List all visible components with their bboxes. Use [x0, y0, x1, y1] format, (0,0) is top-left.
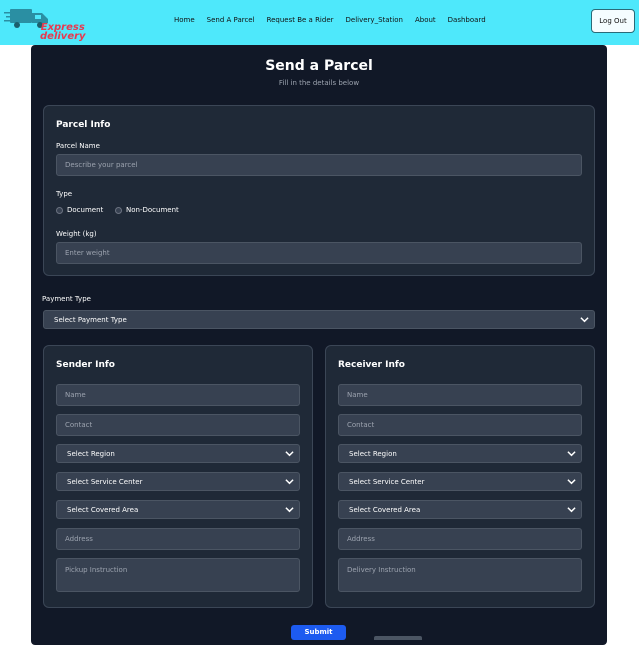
sender-info-title: Sender Info	[56, 360, 115, 370]
receiver-covered-area-value: Select Covered Area	[349, 505, 421, 514]
chevron-down-icon	[567, 450, 576, 456]
pickup-instruction-textarea[interactable]: Pickup Instruction	[56, 558, 300, 592]
main-menu: Home Send A Parcel Request Be a Rider De…	[174, 16, 498, 24]
divider-stub	[374, 636, 422, 640]
chevron-down-icon	[567, 506, 576, 512]
nav-link-delivery-station[interactable]: Delivery_Station	[346, 16, 403, 24]
receiver-name-input[interactable]: Name	[338, 384, 582, 406]
nav-link-dashboard[interactable]: Dashboard	[448, 16, 486, 24]
receiver-contact-input[interactable]: Contact	[338, 414, 582, 436]
sender-service-center-select[interactable]: Select Service Center	[56, 472, 300, 491]
payment-type-value: Select Payment Type	[54, 315, 127, 324]
navbar: Express delivery Home Send A Parcel Requ…	[0, 0, 639, 45]
type-radio-document[interactable]: Document	[56, 206, 103, 214]
page-subtitle: Fill in the details below	[278, 79, 360, 87]
radio-dot	[115, 206, 122, 214]
logout-button[interactable]: Log Out	[591, 9, 635, 33]
receiver-region-value: Select Region	[349, 449, 397, 458]
sender-info-card: Sender Info Name Contact Select Region S…	[43, 345, 313, 608]
weight-label: Weight (kg)	[56, 230, 97, 238]
nav-link-about[interactable]: About	[415, 16, 436, 24]
nav-link-send-parcel[interactable]: Send A Parcel	[207, 16, 255, 24]
receiver-region-select[interactable]: Select Region	[338, 444, 582, 463]
sender-contact-input[interactable]: Contact	[56, 414, 300, 436]
express-delivery-logo[interactable]: Express delivery	[4, 3, 86, 42]
receiver-service-center-value: Select Service Center	[349, 477, 425, 486]
sender-covered-area-value: Select Covered Area	[67, 505, 139, 514]
parcel-name-input[interactable]: Describe your parcel	[56, 154, 582, 176]
chevron-down-icon	[285, 478, 294, 484]
page-title: Send a Parcel	[265, 58, 373, 74]
payment-type-label: Payment Type	[42, 295, 91, 303]
parcel-info-card: Parcel Info Parcel Name Describe your pa…	[43, 105, 595, 276]
weight-input[interactable]: Enter weight	[56, 242, 582, 264]
receiver-info-card: Receiver Info Name Contact Select Region…	[325, 345, 595, 608]
receiver-info-title: Receiver Info	[338, 360, 405, 370]
receiver-covered-area-select[interactable]: Select Covered Area	[338, 500, 582, 519]
chevron-down-icon	[285, 506, 294, 512]
parcel-info-title: Parcel Info	[56, 120, 111, 130]
type-radio-non-document[interactable]: Non-Document	[115, 206, 179, 214]
type-label: Type	[56, 190, 73, 198]
sender-service-center-value: Select Service Center	[67, 477, 143, 486]
delivery-instruction-textarea[interactable]: Delivery Instruction	[338, 558, 582, 592]
receiver-service-center-select[interactable]: Select Service Center	[338, 472, 582, 491]
sender-name-input[interactable]: Name	[56, 384, 300, 406]
type-option-document: Document	[67, 206, 104, 214]
parcel-name-label: Parcel Name	[56, 142, 100, 150]
logo-text: Express delivery	[40, 23, 86, 42]
sender-region-value: Select Region	[67, 449, 115, 458]
sender-address-input[interactable]: Address	[56, 528, 300, 550]
sender-region-select[interactable]: Select Region	[56, 444, 300, 463]
chevron-down-icon	[580, 316, 589, 322]
radio-dot	[56, 206, 63, 214]
type-option-non-document: Non-Document	[126, 206, 179, 214]
chevron-down-icon	[285, 450, 294, 456]
chevron-down-icon	[567, 478, 576, 484]
nav-link-be-rider[interactable]: Request Be a Rider	[267, 16, 334, 24]
payment-type-select[interactable]: Select Payment Type	[43, 310, 595, 329]
sender-covered-area-select[interactable]: Select Covered Area	[56, 500, 300, 519]
logo-line-2: delivery	[40, 31, 86, 42]
send-parcel-panel: Send a Parcel Fill in the details below …	[31, 45, 607, 645]
nav-link-home[interactable]: Home	[174, 16, 195, 24]
submit-button[interactable]: Submit	[291, 625, 346, 640]
receiver-address-input[interactable]: Address	[338, 528, 582, 550]
